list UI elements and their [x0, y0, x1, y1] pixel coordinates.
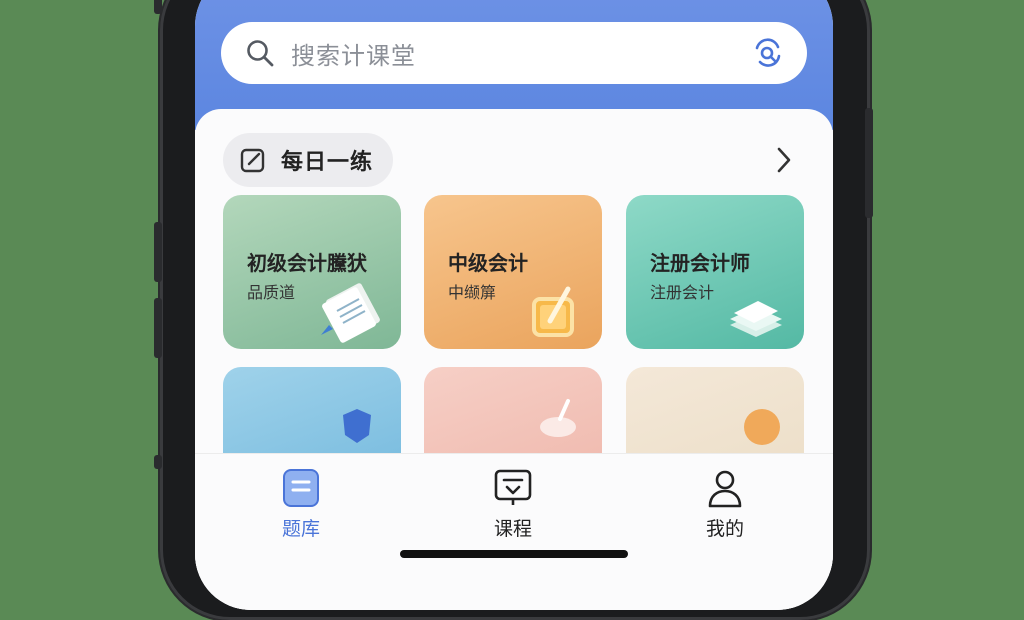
chevron-right-icon[interactable] — [773, 143, 795, 177]
document-stack-icon — [321, 283, 380, 343]
card-title: 注册会计师 — [650, 251, 750, 275]
tab-label: 我的 — [705, 518, 744, 540]
card-subtitle: 品质道 — [247, 283, 296, 302]
tab-label: 题库 — [281, 518, 320, 540]
category-card-junior-accounting[interactable]: 初级会计黱犾 品质道 — [223, 195, 401, 349]
phone-side-button — [154, 455, 162, 469]
phone-side-button — [154, 0, 162, 14]
tab-courses[interactable]: 课程 — [453, 454, 573, 541]
card-subtitle: 中缬箳 — [448, 283, 497, 302]
category-card-intermediate-accounting[interactable]: 中级会计 中缬箳 — [424, 195, 602, 349]
phone-side-button — [154, 298, 162, 358]
profile-icon — [708, 470, 742, 508]
daily-practice-button[interactable]: 每日一练 — [223, 133, 394, 187]
card-title: 中级会计 — [448, 251, 528, 275]
search-icon — [247, 40, 274, 67]
paper-layers-icon — [730, 301, 782, 337]
tab-label: 课程 — [493, 518, 532, 540]
tab-question-bank[interactable]: 题库 — [241, 454, 361, 541]
edit-note-icon — [240, 148, 265, 173]
phone-side-button — [154, 222, 162, 282]
card-subtitle: 注册会计 — [650, 283, 715, 302]
tab-profile[interactable]: 我的 — [665, 454, 785, 541]
search-input[interactable]: 搜索计课堂 — [291, 36, 751, 71]
shield-icon — [343, 409, 371, 443]
home-indicator[interactable] — [400, 550, 628, 558]
course-icon — [494, 469, 532, 505]
search-bar[interactable]: 搜索计课堂 — [221, 22, 807, 84]
phone-side-button — [865, 108, 873, 218]
question-bank-icon — [283, 469, 319, 507]
notepad-pencil-icon — [532, 286, 574, 337]
cup-icon — [540, 399, 576, 437]
coin-icon — [744, 409, 780, 445]
category-card-cpa[interactable]: 注册会计师 注册会计 — [626, 195, 804, 349]
scan-icon[interactable] — [751, 36, 785, 70]
daily-practice-label: 每日一练 — [281, 150, 374, 175]
app-screen: 搜索计课堂 每日一练 初级会计黱犾 品质道 中级会计 中缬箳 注册会计师 注册会… — [195, 0, 833, 610]
card-title: 初级会计黱犾 — [247, 251, 367, 275]
bottom-tab-bar: 题库 课程 我的 — [195, 453, 833, 610]
